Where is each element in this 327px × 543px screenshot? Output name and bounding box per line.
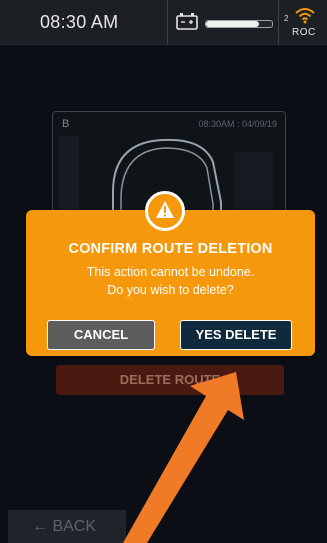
cancel-button[interactable]: CANCEL [47, 320, 155, 350]
signal-number: 2 [284, 14, 289, 23]
route-timestamp: 08:30AM : 04/09/19 [198, 119, 277, 129]
yes-delete-button[interactable]: YES DELETE [180, 320, 292, 350]
battery-level-fill [206, 21, 259, 27]
wifi-icon [295, 8, 315, 24]
status-divider [278, 0, 279, 44]
status-divider [167, 0, 168, 44]
dialog-title: CONFIRM ROUTE DELETION [68, 241, 273, 257]
status-bar: 08:30 AM 2 ROC [0, 0, 327, 45]
clock-time: 08:30 AM [40, 12, 119, 32]
battery-icon [176, 13, 198, 30]
delete-route-button[interactable]: DELETE ROUTE [56, 365, 284, 395]
dialog-message-line2: Do you wish to delete? [107, 283, 234, 297]
confirm-dialog: CONFIRM ROUTE DELETION This action canno… [26, 210, 315, 356]
dialog-message-line1: This action cannot be undone. [86, 265, 255, 279]
warning-icon [145, 191, 185, 231]
battery-level-bar [205, 20, 273, 28]
route-label: B [62, 118, 70, 130]
back-button[interactable]: ← BACK [8, 510, 126, 543]
network-label: ROC [292, 27, 316, 38]
